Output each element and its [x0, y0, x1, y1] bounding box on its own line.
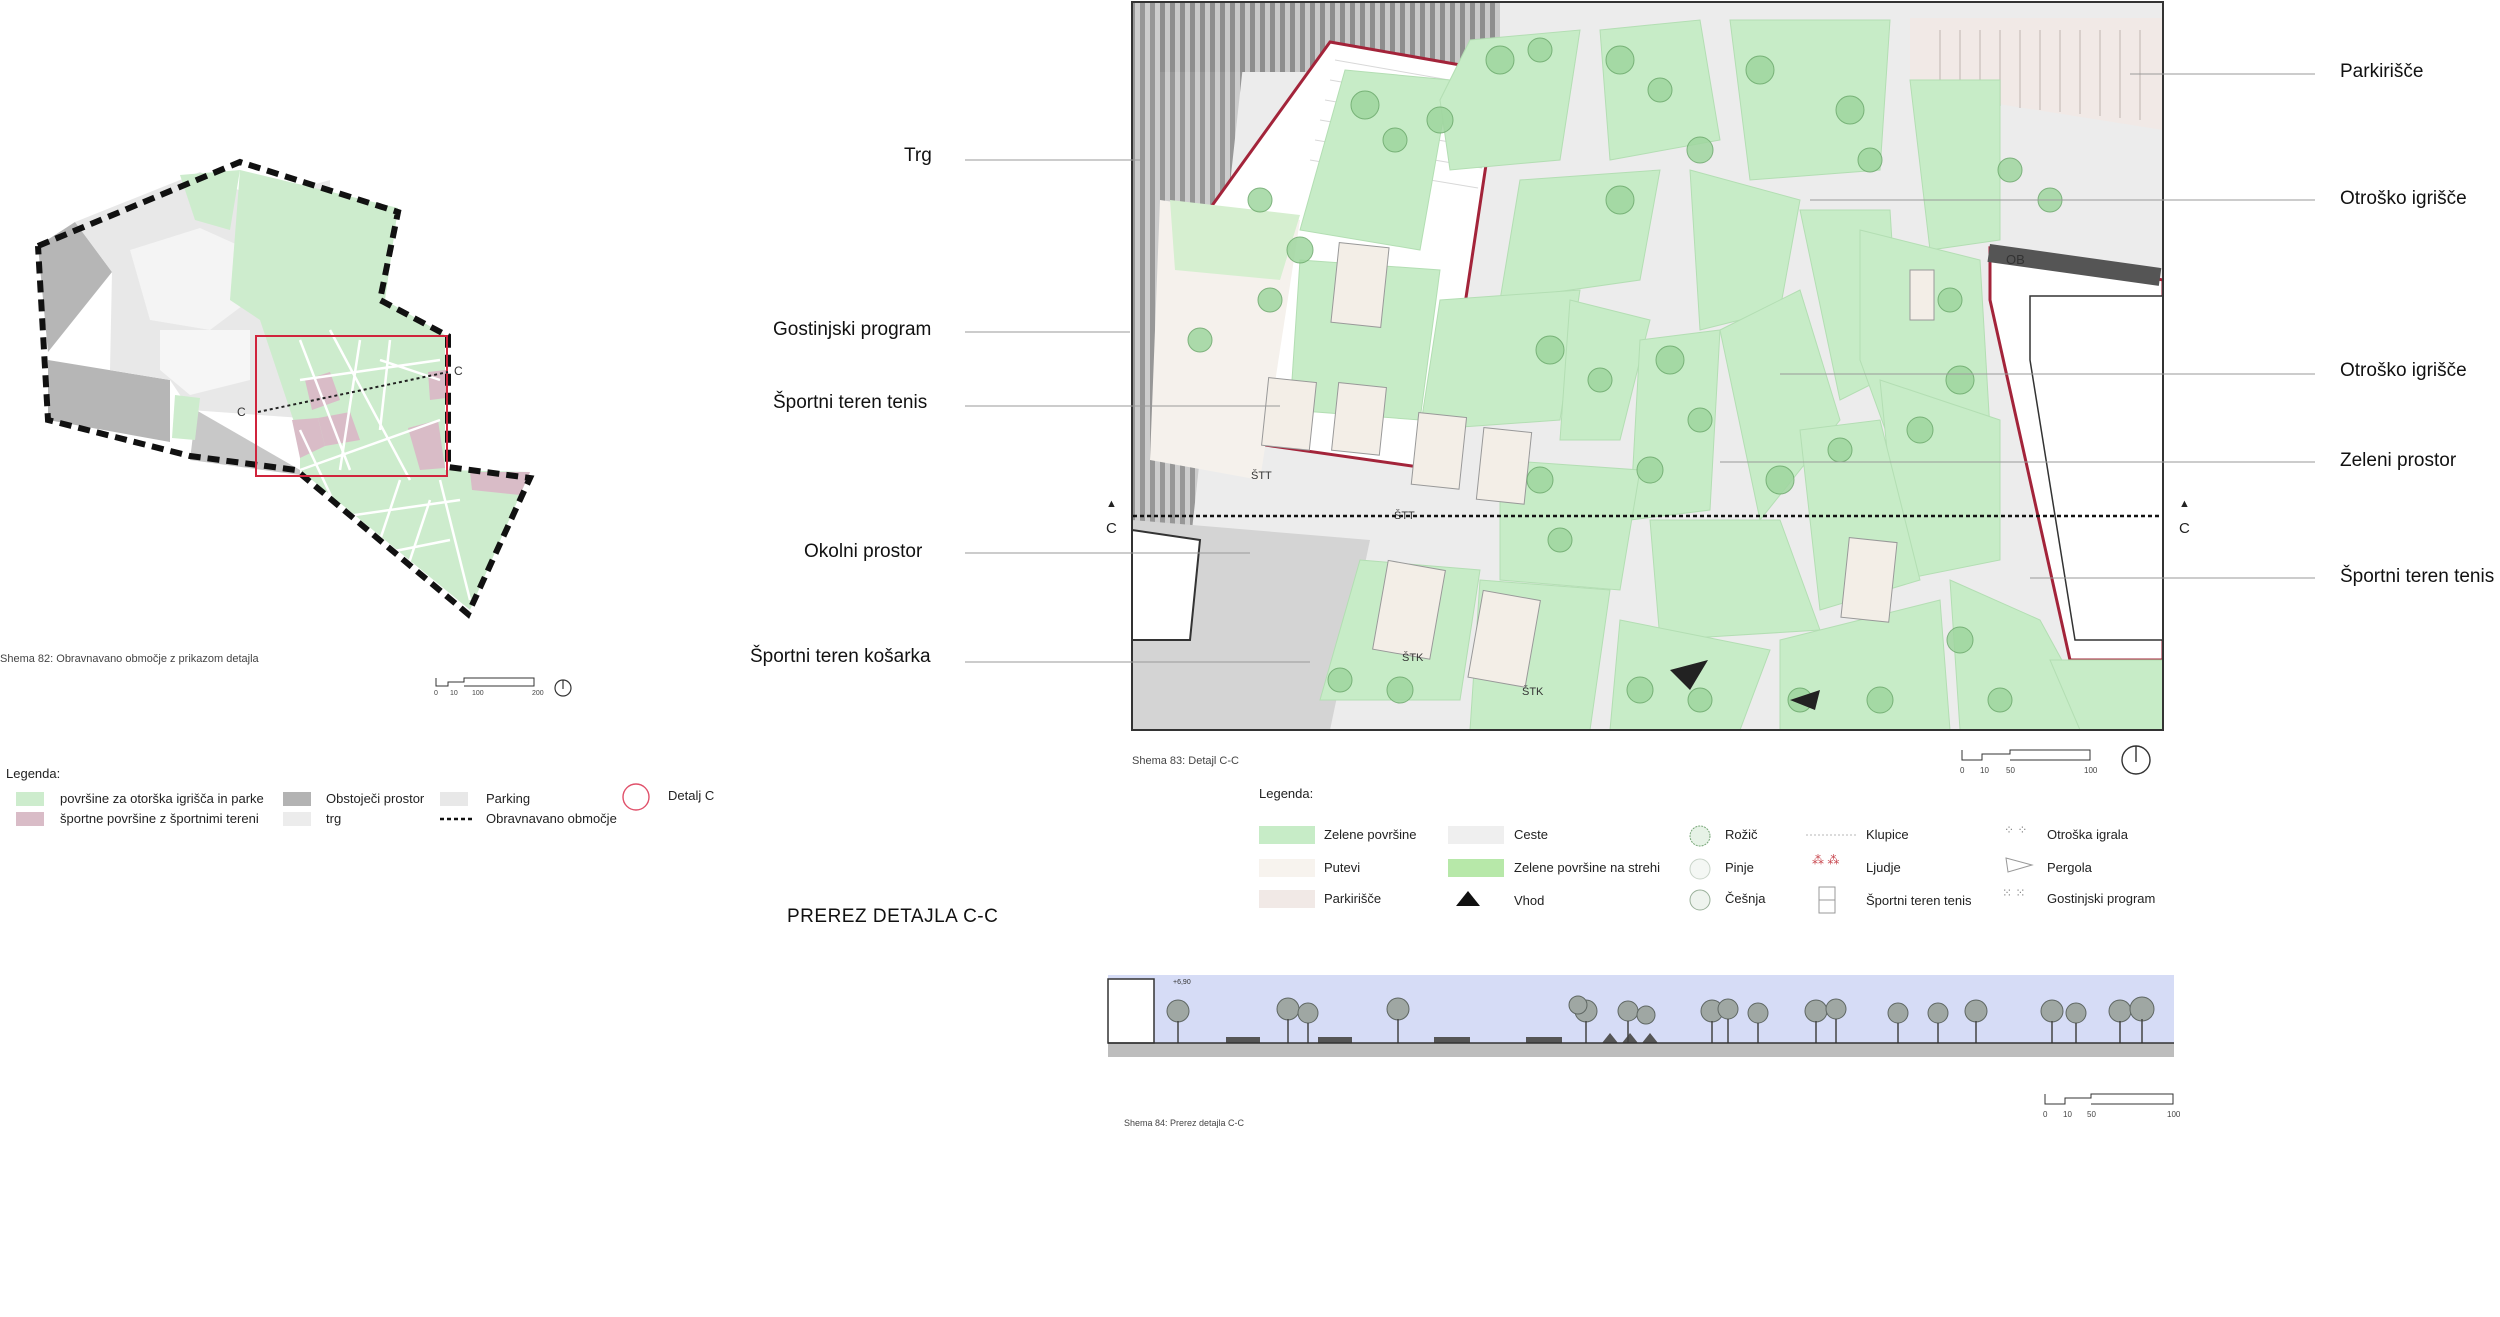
legend-swatch [16, 792, 44, 806]
legend-label: Putevi [1324, 860, 1361, 875]
legend-label: Ceste [1514, 827, 1548, 842]
callout-label: Zeleni prostor [2340, 450, 2457, 471]
scale-tick: 200 [532, 690, 544, 697]
scale-tick: 0 [434, 690, 438, 697]
legend-swatch [1259, 826, 1315, 844]
legend-swatch [1259, 859, 1315, 877]
callout-leaders [965, 73, 2315, 663]
legend-swatch [1448, 859, 1504, 877]
callout-label: Športni teren tenis [773, 392, 928, 413]
legend-title: Legenda: [1259, 786, 1314, 801]
section-mark: C [237, 405, 246, 419]
bench-icon [1806, 834, 1856, 836]
legend-label: Parkirišče [1324, 891, 1382, 906]
tree-pinje-icon [1689, 858, 1711, 880]
section-drawing [1107, 975, 2174, 1057]
site-overview-map [35, 158, 535, 619]
callout-label: Športni teren tenis [2340, 566, 2495, 587]
legend-label: Zelene površine [1324, 827, 1417, 842]
legend-detail-circle [622, 783, 650, 811]
legend-label: trg [326, 811, 342, 826]
callout-label: Okolni prostor [804, 541, 923, 562]
scale-bar [2044, 1093, 2174, 1105]
scale-tick: 10 [2063, 1110, 2072, 1119]
legend-label: Detalj C [668, 788, 715, 803]
schema83-caption: Shema 83: Detajl C-C [1132, 755, 1239, 767]
callout-label: Otroško igrišče [2340, 188, 2467, 209]
pergola-icon [2005, 857, 2034, 873]
map-label: ŠTK [1522, 686, 1544, 698]
callout-label: Športni teren košarka [750, 646, 931, 667]
legend-swatch [283, 792, 311, 806]
legend-label: Češnja [1725, 891, 1766, 906]
legend-label: Vhod [1514, 893, 1545, 908]
tree-rozic-icon [1689, 825, 1711, 847]
legend-swatch [283, 812, 311, 826]
tree-cesnja-icon [1689, 889, 1711, 911]
callout-label: Otroško igrišče [2340, 360, 2467, 381]
legend-swatch [1448, 826, 1504, 844]
legend-label: Športni teren tenis [1866, 893, 1972, 908]
entrance-icon [1456, 891, 1480, 906]
legend-label: Otroška igrala [2047, 827, 2128, 842]
scale-tick: 0 [1960, 766, 1965, 775]
section-title: PREREZ DETAJLA C-C [787, 906, 999, 927]
callout-label: Gostinjski program [773, 319, 932, 340]
callout-label: Trg [904, 145, 932, 166]
scale-tick: 100 [2084, 766, 2098, 775]
playground-icon: ⁘ ⁘ [2004, 823, 2028, 837]
legend-label: površine za otorška igrišča in parke [60, 791, 264, 806]
section-mark: C [454, 364, 463, 378]
legend-swatch [16, 812, 44, 826]
legend-swatch [440, 792, 468, 806]
legend-label: Pergola [2047, 860, 2092, 875]
tennis-court-icon [1818, 886, 1836, 914]
callout-label: Parkirišče [2340, 61, 2424, 82]
scale-tick: 100 [2167, 1110, 2181, 1119]
legend-label: Zelene površine na strehi [1514, 860, 1660, 875]
schema82-caption: Shema 82: Obravnavano območje z prikazom… [0, 653, 259, 665]
park-area [172, 395, 200, 440]
scale-tick: 100 [472, 690, 484, 697]
legend-swatch [1259, 890, 1315, 908]
people-icon: ⁂ ⁂ [1812, 853, 1840, 867]
scale-tick: 0 [2043, 1110, 2048, 1119]
legend-label: Parking [486, 791, 531, 806]
scale-tick: 50 [2006, 766, 2015, 775]
north-arrow-icon [554, 679, 572, 697]
scale-bar [1961, 749, 2091, 761]
north-arrow-icon [2121, 745, 2151, 775]
legend-label: Obravnavano območje [486, 811, 617, 826]
legend-label: Ljudje [1866, 860, 1901, 875]
height-label: +6,90 [1173, 979, 1191, 986]
legend-label: Klupice [1866, 827, 1909, 842]
legend-label: športne površine z športnimi tereni [60, 811, 259, 826]
scale-tick: 10 [1980, 766, 1989, 775]
legend-label: Gostinjski program [2047, 891, 2156, 906]
legend-label: Pinje [1725, 860, 1754, 875]
legend-dashed-line [440, 817, 474, 821]
scale-tick: 10 [450, 690, 458, 697]
legend-label: Rožič [1725, 827, 1758, 842]
legend-label: Obstoječi prostor [326, 791, 425, 806]
legend-title: Legenda: [6, 766, 61, 781]
scale-tick: 50 [2087, 1110, 2096, 1119]
restaurant-icon: ⁙ ⁙ [2002, 886, 2026, 900]
schema84-caption: Shema 84: Prerez detajla C-C [1124, 1118, 1245, 1128]
